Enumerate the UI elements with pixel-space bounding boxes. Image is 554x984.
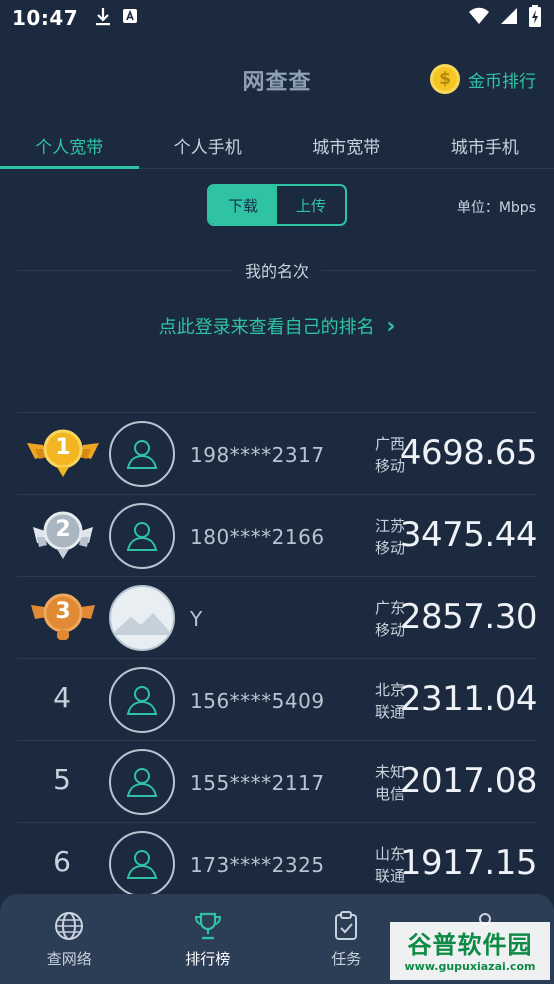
- chevron-right-icon: ›: [386, 314, 396, 339]
- speed-value: 1917.15: [399, 843, 538, 883]
- login-link-text: 点此登录来查看自己的排名: [158, 317, 375, 338]
- avatar-default: [109, 421, 175, 487]
- rank-number: 6: [53, 845, 71, 878]
- upload-toggle-button[interactable]: 上传: [277, 186, 345, 224]
- rank-number: 3: [55, 599, 71, 624]
- trophy-icon: [194, 912, 221, 940]
- globe-icon: [55, 912, 84, 940]
- watermark-main: 谷普软件园: [407, 931, 533, 959]
- download-icon: [94, 6, 112, 30]
- tab-personal-broadband[interactable]: 个人宽带: [0, 125, 139, 169]
- speed-value: 2311.04: [399, 679, 538, 719]
- avatar-photo: [109, 585, 175, 651]
- nav-label: 排行榜: [185, 950, 231, 968]
- ranking-row[interactable]: 1 198****2317 广西 移动 4698.65: [17, 412, 538, 494]
- user-avatar-icon: [126, 768, 158, 797]
- user-name: 156****5409: [190, 689, 325, 713]
- user-name: 173****2325: [190, 853, 325, 877]
- ranking-row[interactable]: 6 173****2325 山东 联通 1917.15: [17, 822, 538, 904]
- rank-number: 2: [55, 517, 71, 542]
- watermark-logo: 谷普软件园 www.gupuxiazai.com: [390, 922, 550, 980]
- speed-value: 2857.30: [399, 597, 538, 637]
- wifi-icon: [468, 7, 490, 29]
- download-upload-toggle: 下载 上传: [207, 184, 347, 226]
- avatar-default: [109, 831, 175, 897]
- rank-number: 4: [53, 681, 71, 714]
- coin-rank-button[interactable]: $ 金币排行: [430, 64, 536, 94]
- status-bar: 10:47: [0, 0, 554, 36]
- app-header: 网查查 $ 金币排行: [0, 50, 554, 110]
- my-rank-title: 我的名次: [232, 262, 321, 281]
- avatar-default: [109, 667, 175, 733]
- status-time: 10:47: [12, 6, 79, 30]
- nav-label: 查网络: [46, 950, 92, 968]
- rank-number: 5: [53, 763, 71, 796]
- speed-value: 2017.08: [399, 761, 538, 801]
- landscape-photo-icon: [112, 588, 172, 648]
- nav-leaderboard[interactable]: 排行榜: [139, 894, 278, 984]
- nav-label: 任务: [331, 950, 362, 968]
- silver-medal-icon: 2: [25, 511, 101, 561]
- cell-signal-icon: [500, 7, 518, 29]
- user-name: 198****2317: [190, 443, 325, 467]
- ranking-row[interactable]: 2 180****2166 江苏 移动 3475.44: [17, 494, 538, 576]
- ranking-row[interactable]: 3 Y 广东 移动 2857.30: [17, 576, 538, 658]
- login-to-view-rank-link[interactable]: 点此登录来查看自己的排名 ›: [0, 313, 554, 339]
- user-avatar-icon: [126, 440, 158, 469]
- category-tabs: 个人宽带 个人手机 城市宽带 城市手机: [0, 125, 554, 169]
- keyboard-a-icon: [122, 8, 138, 28]
- user-avatar-icon: [126, 686, 158, 715]
- ranking-row[interactable]: 4 156****5409 北京 联通 2311.04: [17, 658, 538, 740]
- watermark-url: www.gupuxiazai.com: [404, 960, 536, 973]
- unit-label: 单位：Mbps: [456, 200, 536, 216]
- download-toggle-button[interactable]: 下载: [209, 186, 277, 224]
- tab-city-broadband[interactable]: 城市宽带: [277, 125, 416, 168]
- user-avatar-icon: [126, 850, 158, 879]
- coin-rank-label: 金币排行: [468, 71, 536, 92]
- clipboard-check-icon: [335, 911, 358, 940]
- battery-charging-icon: [528, 5, 542, 31]
- ranking-row[interactable]: 5 155****2117 未知 电信 2017.08: [17, 740, 538, 822]
- bronze-medal-icon: 3: [25, 593, 101, 643]
- coin-icon: $: [430, 64, 460, 94]
- user-avatar-icon: [126, 522, 158, 551]
- avatar-default: [109, 749, 175, 815]
- avatar-default: [109, 503, 175, 569]
- speed-value: 3475.44: [399, 515, 538, 555]
- user-name: 155****2117: [190, 771, 325, 795]
- gold-medal-icon: 1: [25, 429, 101, 479]
- tab-city-mobile[interactable]: 城市手机: [416, 125, 554, 168]
- ranking-list: 1 198****2317 广西 移动 4698.65 2 180****216…: [17, 412, 538, 904]
- tab-personal-mobile[interactable]: 个人手机: [139, 125, 278, 168]
- nav-check-network[interactable]: 查网络: [0, 894, 139, 984]
- user-name: Y: [190, 607, 203, 631]
- speed-value: 4698.65: [399, 433, 538, 473]
- rank-number: 1: [55, 435, 71, 460]
- user-name: 180****2166: [190, 525, 325, 549]
